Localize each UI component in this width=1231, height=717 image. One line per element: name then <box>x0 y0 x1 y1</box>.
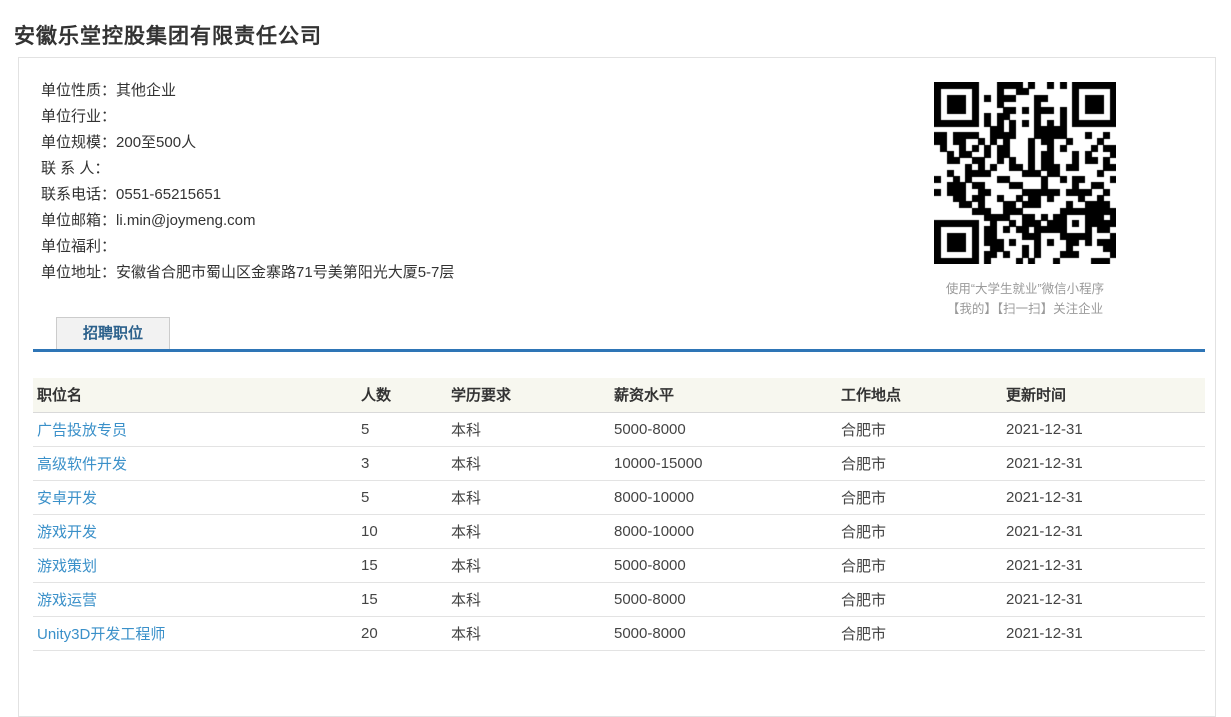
cell-position: 安卓开发 <box>33 480 357 514</box>
cell-location: 合肥市 <box>837 616 1002 650</box>
field-label: 单位邮箱： <box>41 212 116 229</box>
tab-strip: 招聘职位 <box>33 317 1205 352</box>
cell-salary: 5000-8000 <box>610 616 837 650</box>
header-location: 工作地点 <box>837 378 1002 412</box>
cell-location: 合肥市 <box>837 582 1002 616</box>
cell-salary: 8000-10000 <box>610 514 837 548</box>
header-education: 学历要求 <box>447 378 610 412</box>
cell-update-time: 2021-12-31 <box>1002 548 1205 582</box>
position-link[interactable]: Unity3D开发工程师 <box>37 626 165 643</box>
cell-headcount: 3 <box>357 446 447 480</box>
cell-update-time: 2021-12-31 <box>1002 480 1205 514</box>
page-title: 安徽乐堂控股集团有限责任公司 <box>14 20 322 50</box>
field-value: 0551-65215651 <box>116 186 221 203</box>
cell-headcount: 15 <box>357 548 447 582</box>
cell-salary: 10000-15000 <box>610 446 837 480</box>
jobs-table-header-row: 职位名 人数 学历要求 薪资水平 工作地点 更新时间 <box>33 378 1205 412</box>
tab-active-underline <box>33 349 1205 352</box>
cell-position: 游戏策划 <box>33 548 357 582</box>
cell-salary: 5000-8000 <box>610 582 837 616</box>
info-row-contact-person: 联 系 人： <box>41 156 454 182</box>
field-label: 联系电话： <box>41 186 116 203</box>
info-row-phone: 联系电话：0551-65215651 <box>41 182 454 208</box>
position-link[interactable]: 高级软件开发 <box>37 456 127 473</box>
position-link[interactable]: 游戏运营 <box>37 592 97 609</box>
cell-location: 合肥市 <box>837 480 1002 514</box>
cell-update-time: 2021-12-31 <box>1002 412 1205 446</box>
cell-education: 本科 <box>447 514 610 548</box>
cell-education: 本科 <box>447 616 610 650</box>
field-label: 单位性质： <box>41 82 116 99</box>
cell-location: 合肥市 <box>837 548 1002 582</box>
field-label: 联 系 人： <box>41 160 109 177</box>
header-headcount: 人数 <box>357 378 447 412</box>
field-label: 单位福利： <box>41 238 116 255</box>
field-value: 其他企业 <box>116 82 176 99</box>
cell-salary: 5000-8000 <box>610 548 837 582</box>
qr-caption-line2: 【我的】【扫一扫】关注企业 <box>912 299 1138 319</box>
cell-location: 合肥市 <box>837 446 1002 480</box>
cell-update-time: 2021-12-31 <box>1002 446 1205 480</box>
cell-education: 本科 <box>447 582 610 616</box>
header-salary: 薪资水平 <box>610 378 837 412</box>
info-row-unit-type: 单位性质：其他企业 <box>41 78 454 104</box>
cell-position: 高级软件开发 <box>33 446 357 480</box>
field-value: li.min@joymeng.com <box>116 212 255 229</box>
header-update-time: 更新时间 <box>1002 378 1205 412</box>
info-row-size: 单位规模：200至500人 <box>41 130 454 156</box>
cell-education: 本科 <box>447 412 610 446</box>
qr-code-image <box>934 82 1116 264</box>
cell-location: 合肥市 <box>837 514 1002 548</box>
cell-education: 本科 <box>447 446 610 480</box>
info-row-address: 单位地址：安徽省合肥市蜀山区金寨路71号美第阳光大厦5-7层 <box>41 260 454 286</box>
qr-code <box>934 82 1116 264</box>
field-label: 单位地址： <box>41 264 116 281</box>
jobs-table: 职位名 人数 学历要求 薪资水平 工作地点 更新时间 广告投放专员 5 本科 5… <box>33 378 1205 651</box>
info-row-industry: 单位行业： <box>41 104 454 130</box>
company-info-panel: 单位性质：其他企业 单位行业： 单位规模：200至500人 联 系 人： 联系电… <box>18 57 1216 717</box>
cell-location: 合肥市 <box>837 412 1002 446</box>
company-info-list: 单位性质：其他企业 单位行业： 单位规模：200至500人 联 系 人： 联系电… <box>41 78 454 286</box>
position-link[interactable]: 安卓开发 <box>37 490 97 507</box>
field-label: 单位规模： <box>41 134 116 151</box>
table-row: 高级软件开发 3 本科 10000-15000 合肥市 2021-12-31 <box>33 446 1205 480</box>
cell-position: 广告投放专员 <box>33 412 357 446</box>
field-label: 单位行业： <box>41 108 116 125</box>
info-row-welfare: 单位福利： <box>41 234 454 260</box>
cell-position: Unity3D开发工程师 <box>33 616 357 650</box>
info-row-email: 单位邮箱：li.min@joymeng.com <box>41 208 454 234</box>
cell-update-time: 2021-12-31 <box>1002 616 1205 650</box>
cell-headcount: 15 <box>357 582 447 616</box>
cell-update-time: 2021-12-31 <box>1002 582 1205 616</box>
position-link[interactable]: 游戏开发 <box>37 524 97 541</box>
table-row: 游戏策划 15 本科 5000-8000 合肥市 2021-12-31 <box>33 548 1205 582</box>
cell-headcount: 5 <box>357 480 447 514</box>
table-row: 游戏运营 15 本科 5000-8000 合肥市 2021-12-31 <box>33 582 1205 616</box>
field-value: 200至500人 <box>116 134 196 151</box>
cell-salary: 8000-10000 <box>610 480 837 514</box>
cell-headcount: 10 <box>357 514 447 548</box>
field-value: 安徽省合肥市蜀山区金寨路71号美第阳光大厦5-7层 <box>116 264 454 281</box>
qr-caption-line1: 使用“大学生就业”微信小程序 <box>912 279 1138 299</box>
tab-recruit-positions[interactable]: 招聘职位 <box>56 317 170 349</box>
table-row: Unity3D开发工程师 20 本科 5000-8000 合肥市 2021-12… <box>33 616 1205 650</box>
cell-salary: 5000-8000 <box>610 412 837 446</box>
cell-headcount: 5 <box>357 412 447 446</box>
qr-caption: 使用“大学生就业”微信小程序 【我的】【扫一扫】关注企业 <box>912 279 1138 319</box>
cell-education: 本科 <box>447 548 610 582</box>
cell-position: 游戏运营 <box>33 582 357 616</box>
table-row: 游戏开发 10 本科 8000-10000 合肥市 2021-12-31 <box>33 514 1205 548</box>
table-row: 安卓开发 5 本科 8000-10000 合肥市 2021-12-31 <box>33 480 1205 514</box>
cell-headcount: 20 <box>357 616 447 650</box>
header-position-name: 职位名 <box>33 378 357 412</box>
position-link[interactable]: 游戏策划 <box>37 558 97 575</box>
cell-education: 本科 <box>447 480 610 514</box>
cell-update-time: 2021-12-31 <box>1002 514 1205 548</box>
position-link[interactable]: 广告投放专员 <box>37 422 127 439</box>
table-row: 广告投放专员 5 本科 5000-8000 合肥市 2021-12-31 <box>33 412 1205 446</box>
cell-position: 游戏开发 <box>33 514 357 548</box>
